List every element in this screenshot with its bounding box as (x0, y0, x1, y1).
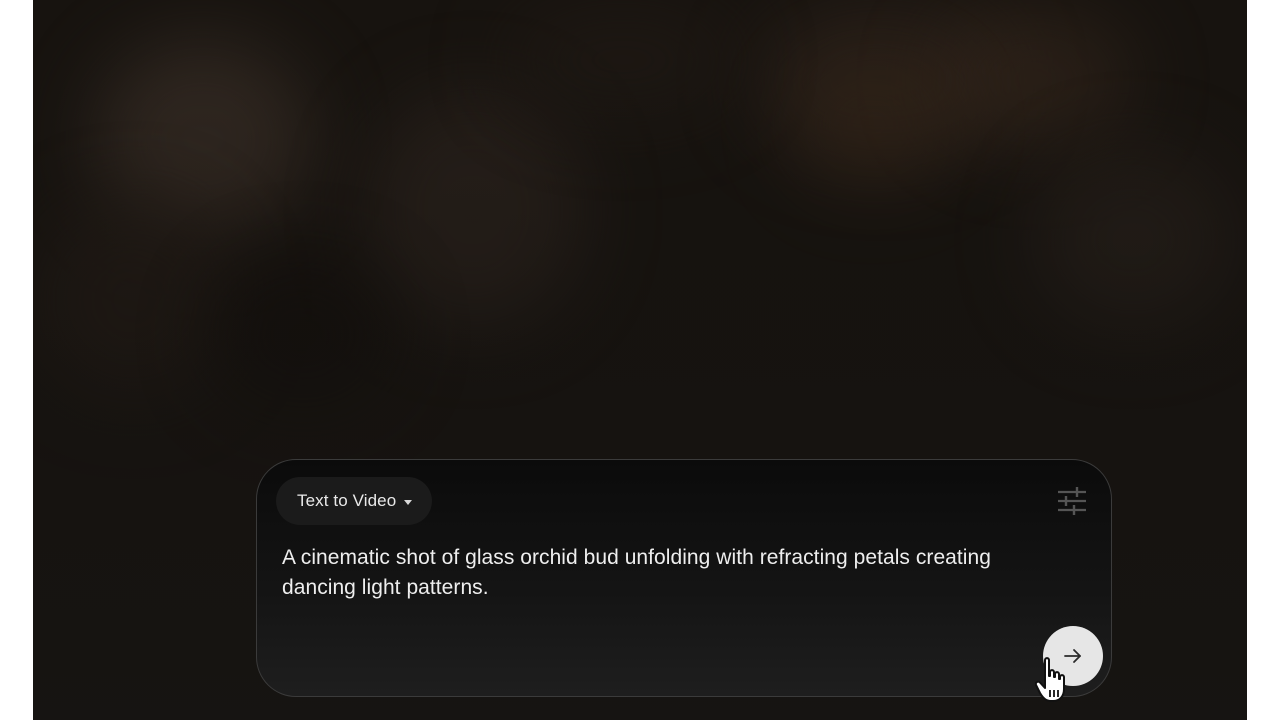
tune-sliders-icon (1058, 487, 1086, 515)
prompt-input[interactable]: A cinematic shot of glass orchid bud unf… (282, 543, 1042, 603)
settings-button[interactable] (1054, 483, 1090, 519)
mode-selector-button[interactable]: Text to Video (276, 477, 433, 525)
dropdown-caret-icon (404, 499, 413, 505)
video-background: Text to Video A cinematic shot of glass … (33, 0, 1247, 720)
prompt-panel: Text to Video A cinematic shot of glass … (256, 459, 1112, 697)
submit-button[interactable] (1043, 626, 1103, 686)
arrow-right-icon (1064, 649, 1081, 663)
mode-selector-label: Text to Video (297, 491, 397, 510)
